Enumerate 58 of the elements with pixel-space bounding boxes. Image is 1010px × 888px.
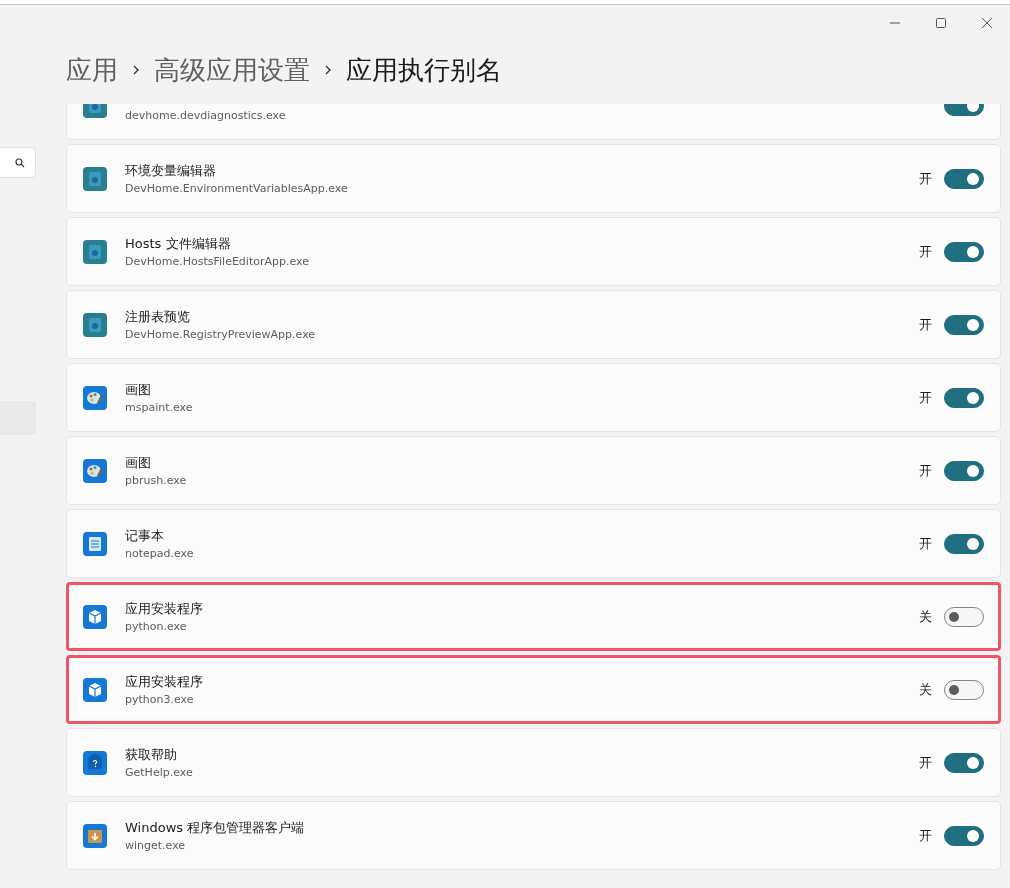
toggle-switch[interactable] — [944, 314, 984, 335]
toggle-state-label: 开 — [919, 242, 932, 261]
app-name: 环境变量编辑器 — [125, 162, 217, 180]
search-icon — [15, 157, 25, 168]
chevron-icon — [324, 64, 332, 76]
app-name: 画图 — [125, 381, 152, 399]
executable-name: winget.exe — [125, 839, 187, 852]
executable-name: devhome.devdiagnostics.exe — [125, 108, 287, 122]
package-icon — [83, 823, 107, 848]
box-icon — [83, 604, 107, 629]
toggle-switch[interactable] — [944, 679, 984, 700]
app-name: 应用安装程序 — [125, 600, 204, 618]
executable-name: DevHome.HostsFileEditorApp.exe — [125, 255, 310, 268]
search-field[interactable] — [0, 147, 36, 178]
executable-name: mspaint.exe — [125, 401, 194, 414]
page-title: 应用执行别名 — [346, 53, 502, 87]
app-name: 获取帮助 — [125, 746, 178, 764]
executable-name: DevHome.RegistryPreviewApp.exe — [125, 328, 317, 341]
executable-name: python.exe — [125, 620, 188, 633]
toggle-switch[interactable] — [944, 825, 984, 846]
notepad-icon — [83, 531, 107, 556]
toggle-state-label: 开 — [919, 315, 932, 334]
toggle-switch[interactable] — [944, 752, 984, 773]
help-icon — [83, 750, 107, 775]
chevron-icon — [132, 64, 140, 76]
app-tile-icon — [83, 312, 107, 337]
toggle-state-label: 开 — [919, 753, 932, 772]
app-name: Windows 程序包管理器客户端 — [125, 819, 306, 837]
breadcrumb-link[interactable]: 应用 — [66, 52, 118, 88]
executable-name: notepad.exe — [125, 547, 195, 560]
executable-name: GetHelp.exe — [125, 766, 194, 779]
toggle-switch[interactable] — [944, 241, 984, 262]
app-name: 画图 — [125, 454, 152, 472]
executable-name: python3.exe — [125, 693, 195, 706]
toggle-switch[interactable] — [944, 168, 984, 189]
app-tile-icon — [83, 166, 107, 191]
app-name: 应用安装程序 — [125, 673, 204, 691]
palette-icon — [83, 385, 107, 410]
toggle-switch[interactable] — [944, 533, 984, 554]
toggle-switch[interactable] — [944, 460, 984, 481]
breadcrumb-link[interactable]: 高级应用设置 — [154, 52, 310, 88]
toggle-switch[interactable] — [944, 606, 984, 627]
palette-icon — [83, 458, 107, 483]
toggle-state-label: 开 — [919, 169, 932, 188]
executable-name: pbrush.exe — [125, 474, 188, 487]
toggle-state-label: 开 — [919, 826, 932, 845]
toggle-state-label: 开 — [919, 388, 932, 407]
toggle-switch[interactable] — [944, 387, 984, 408]
toggle-state-label: 开 — [919, 534, 932, 553]
toggle-state-label: 开 — [919, 461, 932, 480]
app-name: 注册表预览 — [125, 308, 191, 326]
toggle-state-label: 关 — [919, 607, 932, 626]
box-icon — [83, 677, 107, 702]
app-name: Hosts 文件编辑器 — [125, 235, 232, 253]
toggle-state-label: 关 — [919, 680, 932, 699]
app-tile-icon — [83, 239, 107, 264]
app-name: 记事本 — [125, 527, 165, 545]
executable-name: DevHome.EnvironmentVariablesApp.exe — [125, 182, 349, 195]
